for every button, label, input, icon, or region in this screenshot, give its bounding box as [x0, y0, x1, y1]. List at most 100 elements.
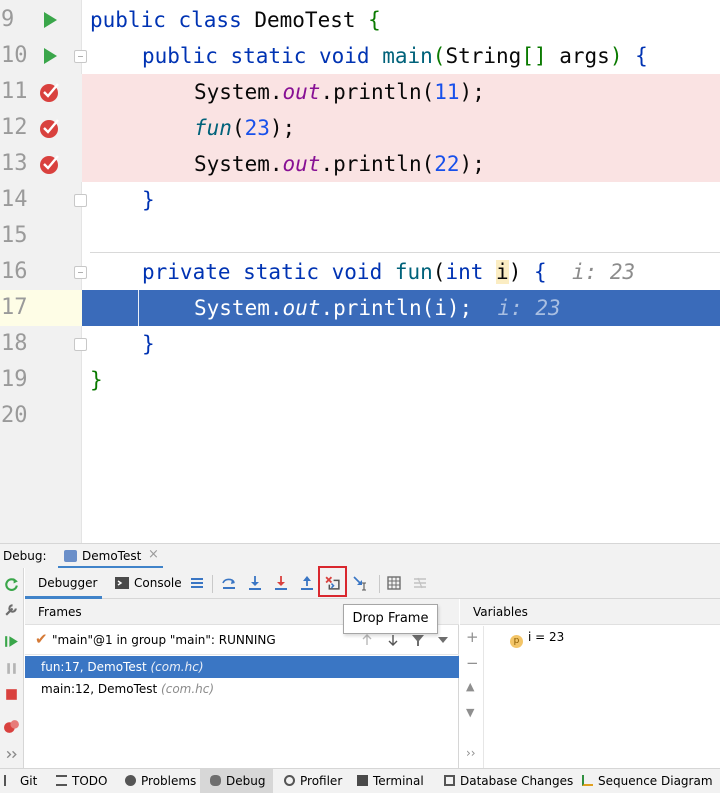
bug-icon: [210, 775, 221, 786]
step-over-icon[interactable]: [221, 575, 237, 591]
tab-debugger[interactable]: Debugger: [25, 568, 102, 599]
debug-session-tab[interactable]: DemoTest ×: [58, 544, 163, 569]
tool-terminal[interactable]: Terminal: [357, 769, 424, 793]
step-into-icon[interactable]: [247, 575, 263, 591]
code-line-9[interactable]: 9 public class DemoTest {: [0, 2, 720, 38]
code-line-12[interactable]: 12 fun(23);: [0, 110, 720, 146]
fold-end-icon[interactable]: [74, 194, 87, 207]
frame-item[interactable]: fun:17, DemoTest (com.hc): [25, 656, 459, 678]
highlighted-parameter: i: [496, 260, 509, 284]
code-text: System.out.println(i); i: 23: [194, 296, 561, 320]
tool-database-changes[interactable]: Database Changes: [444, 769, 573, 793]
inline-value-hint: i: 23: [497, 296, 561, 320]
filter-icon[interactable]: [411, 633, 425, 647]
debugger-toolbar: Debugger Console: [25, 566, 720, 599]
fold-end-icon[interactable]: [74, 338, 87, 351]
tool-problems[interactable]: Problems: [125, 769, 196, 793]
code-editor[interactable]: 9 public class DemoTest { 10 public stat…: [0, 0, 720, 543]
parameter-badge: p: [510, 635, 523, 648]
code-line-13[interactable]: 13 System.out.println(22);: [0, 146, 720, 182]
frame-item[interactable]: main:12, DemoTest (com.hc): [25, 678, 459, 700]
force-step-into-icon[interactable]: [273, 575, 289, 591]
breakpoint-icon[interactable]: [38, 80, 62, 104]
remove-watch-icon[interactable]: −: [466, 654, 479, 672]
variable-row[interactable]: p i = 23: [510, 627, 565, 648]
arrow-down-icon[interactable]: [386, 633, 400, 647]
step-out-icon[interactable]: [299, 575, 315, 591]
tool-debug[interactable]: Debug: [200, 769, 274, 793]
line-number: 19: [1, 367, 28, 392]
trace-stream-icon[interactable]: [412, 575, 428, 591]
code-line-18[interactable]: 18 }: [0, 326, 720, 362]
rerun-icon[interactable]: [3, 576, 20, 593]
chevron-down-icon[interactable]: [437, 635, 449, 645]
arrow-up-icon[interactable]: [360, 633, 374, 647]
tool-window-bar: Git TODO Problems Debug Profiler Termina…: [0, 768, 720, 793]
more-icon[interactable]: ››: [466, 746, 476, 760]
code-line-19[interactable]: 19 }: [0, 362, 720, 398]
variable-value: i = 23: [528, 630, 565, 644]
code-text: System.out.println(11);: [194, 80, 485, 104]
session-tab-label: DemoTest: [82, 549, 142, 563]
line-number: 18: [1, 331, 28, 356]
line-number: 10: [1, 43, 28, 68]
line-number: 15: [1, 223, 28, 248]
method-separator: [90, 252, 720, 253]
git-branch-icon: [4, 775, 15, 786]
line-number: 11: [1, 79, 28, 104]
run-to-cursor-icon[interactable]: [352, 575, 368, 591]
debug-side-toolbar: [0, 568, 24, 768]
terminal-icon: [357, 775, 368, 786]
move-up-icon[interactable]: ▲: [466, 680, 474, 693]
code-line-17-current[interactable]: 17 System.out.println(i); i: 23: [0, 290, 720, 326]
close-icon[interactable]: ×: [148, 547, 159, 562]
code-text: }: [90, 368, 103, 392]
drop-frame-button[interactable]: [318, 566, 347, 597]
stop-icon[interactable]: [3, 686, 20, 703]
line-number: 17: [1, 295, 28, 320]
checkmark-icon: ✔: [35, 630, 48, 648]
code-text: public class DemoTest {: [90, 8, 381, 32]
console-icon: [115, 577, 129, 589]
tool-git[interactable]: Git: [4, 769, 37, 793]
variables-title: Variables: [473, 605, 528, 619]
code-line-15[interactable]: 15: [0, 218, 720, 254]
view-breakpoints-icon[interactable]: [3, 718, 20, 735]
move-down-icon[interactable]: ▼: [466, 706, 474, 719]
frames-title: Frames: [38, 605, 82, 619]
run-gutter-icon[interactable]: [38, 8, 62, 32]
code-line-10[interactable]: 10 public static void main(String[] args…: [0, 38, 720, 74]
code-text: System.out.println(22);: [194, 152, 485, 176]
tool-profiler[interactable]: Profiler: [284, 769, 342, 793]
tool-todo[interactable]: TODO: [56, 769, 107, 793]
wrench-icon[interactable]: [3, 601, 20, 618]
tool-sequence-diagram[interactable]: Sequence Diagram: [582, 769, 713, 793]
line-number: 14: [1, 187, 28, 212]
layout-menu-icon[interactable]: [189, 575, 205, 591]
code-line-16[interactable]: 16 private static void fun(int i) { i: 2…: [0, 254, 720, 290]
toolbar-separator: [379, 575, 380, 593]
indent-guide: [138, 290, 139, 326]
resume-icon[interactable]: [3, 633, 20, 650]
code-line-20[interactable]: 20: [0, 398, 720, 434]
code-text: fun(23);: [194, 116, 296, 140]
add-watch-icon[interactable]: +: [466, 628, 479, 646]
tab-console[interactable]: Console: [134, 568, 182, 599]
run-gutter-icon[interactable]: [38, 44, 62, 68]
fold-toggle-icon[interactable]: [74, 50, 87, 63]
code-line-11[interactable]: 11 System.out.println(11);: [0, 74, 720, 110]
code-line-14[interactable]: 14 }: [0, 182, 720, 218]
database-icon: [444, 775, 455, 786]
breakpoint-icon[interactable]: [38, 152, 62, 176]
more-icon[interactable]: [3, 746, 20, 763]
fold-toggle-icon[interactable]: [74, 266, 87, 279]
line-number: 16: [1, 259, 28, 284]
toolbar-separator: [212, 575, 213, 593]
debug-tool-window-header: Debug: DemoTest ×: [0, 543, 720, 569]
evaluate-expression-icon[interactable]: [386, 575, 402, 591]
breakpoint-icon[interactable]: [38, 116, 62, 140]
pause-icon[interactable]: [3, 660, 20, 677]
code-text: }: [142, 188, 155, 212]
code-text: public static void main(String[] args) {: [142, 44, 648, 68]
inline-value-hint: i: 23: [571, 260, 636, 284]
